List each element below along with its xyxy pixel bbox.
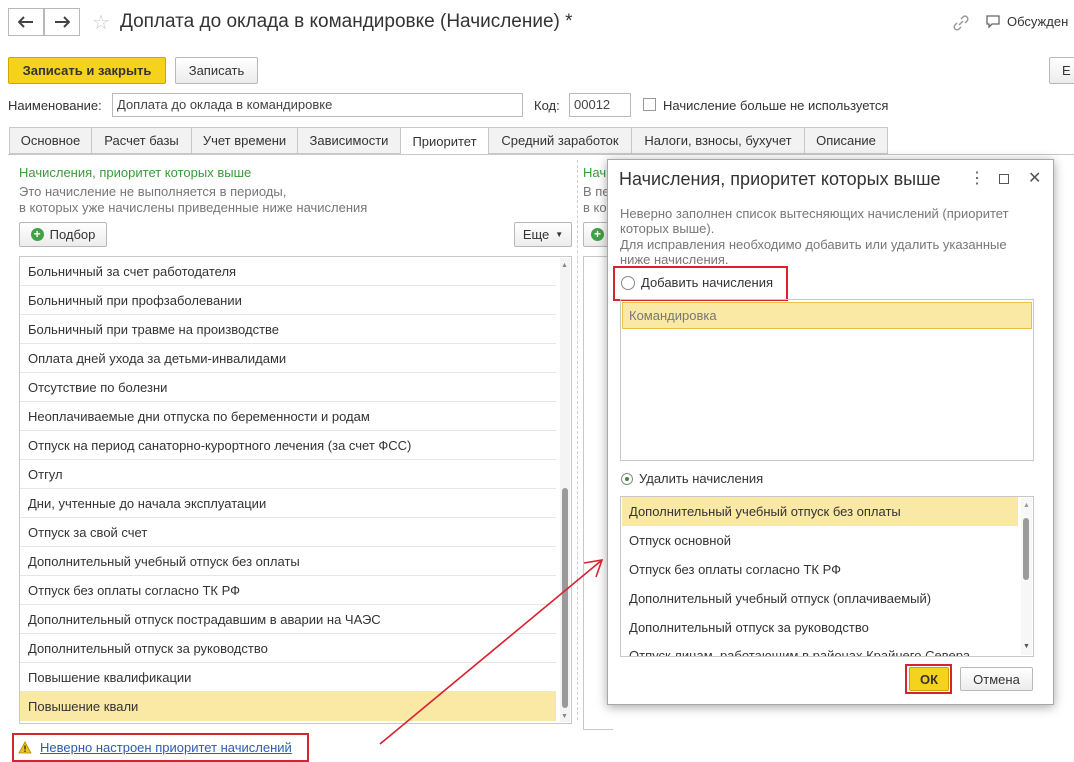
annotation-arrow xyxy=(379,558,604,745)
